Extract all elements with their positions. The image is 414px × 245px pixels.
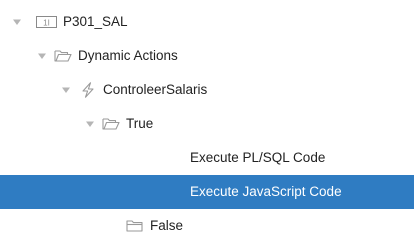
expand-toggle-icon[interactable] (37, 51, 47, 61)
tree-node-p301-sal[interactable]: 1I P301_SAL (0, 5, 414, 39)
tree-node-label: ControleerSalaris (103, 82, 208, 97)
tree-node-execute-javascript-code[interactable]: Execute JavaScript Code (0, 175, 414, 209)
expand-toggle-icon[interactable] (61, 85, 71, 95)
tree-node-label: True (126, 116, 154, 131)
tree-node-true[interactable]: True (0, 107, 414, 141)
page-item-icon: 1I (36, 14, 58, 30)
tree-node-label: P301_SAL (63, 14, 128, 29)
tree-node-label: Execute JavaScript Code (190, 184, 342, 199)
tree-node-controleer-salaris[interactable]: ControleerSalaris (0, 73, 414, 107)
folder-open-icon (54, 48, 72, 64)
lightning-icon (80, 82, 96, 98)
tree-node-label: False (150, 218, 184, 233)
component-tree: 1I P301_SAL Dynamic Actions ControleerSa… (0, 0, 414, 245)
page-item-badge: 1I (43, 19, 50, 28)
tree-node-dynamic-actions[interactable]: Dynamic Actions (0, 39, 414, 73)
expand-toggle-icon[interactable] (12, 17, 22, 27)
tree-node-label: Dynamic Actions (78, 48, 178, 63)
expand-toggle-icon[interactable] (85, 119, 95, 129)
tree-node-false[interactable]: False (0, 209, 414, 243)
tree-node-execute-plsql-code[interactable]: Execute PL/SQL Code (0, 141, 414, 175)
folder-icon (126, 218, 144, 234)
tree-node-label: Execute PL/SQL Code (190, 150, 326, 165)
folder-open-icon (102, 116, 120, 132)
